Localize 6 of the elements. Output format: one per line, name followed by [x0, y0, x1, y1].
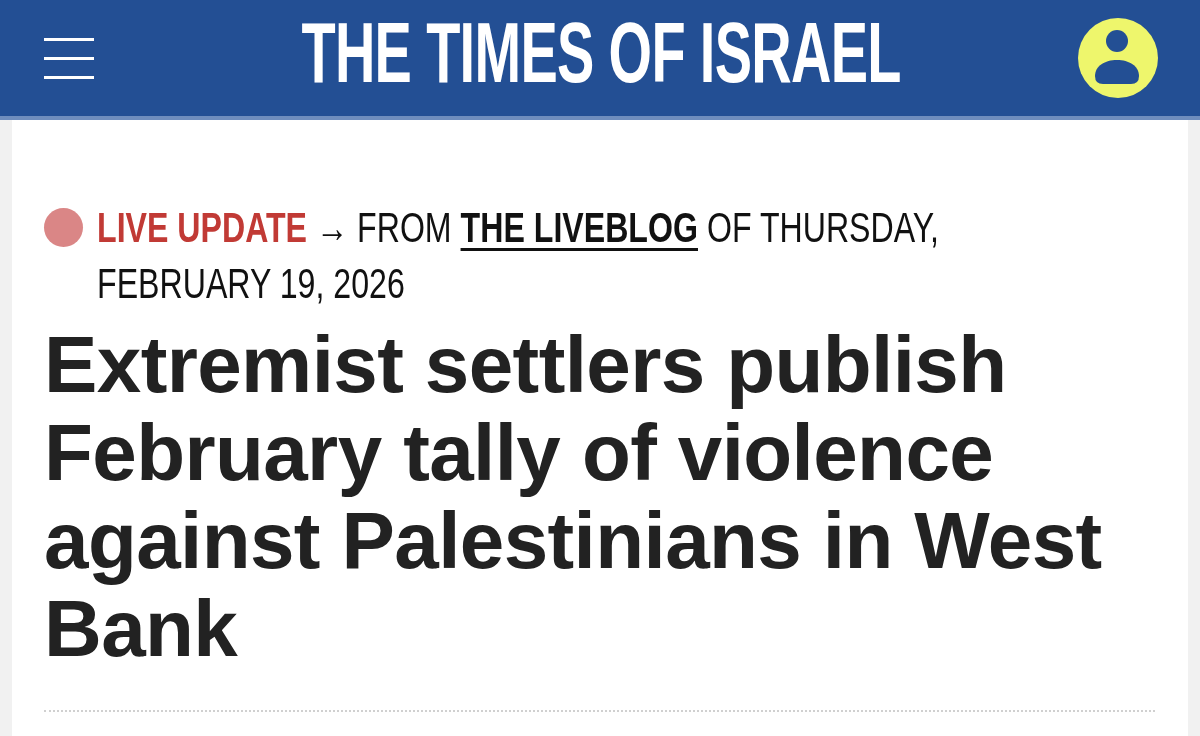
live-update-dateline: LIVE UPDATE → FROM THE LIVEBLOG OF THURSDAY, FEBRUARY 19, 2026: [97, 203, 940, 309]
menu-icon[interactable]: [44, 37, 94, 79]
liveblog-link[interactable]: THE LIVEBLOG: [460, 204, 698, 251]
headline: Extremist settlers publish February tally of violence against Palestinians in West Bank: [44, 321, 1103, 673]
user-icon[interactable]: [1078, 18, 1158, 98]
site-title[interactable]: THE TIMES OF ISRAEL: [301, 9, 901, 95]
